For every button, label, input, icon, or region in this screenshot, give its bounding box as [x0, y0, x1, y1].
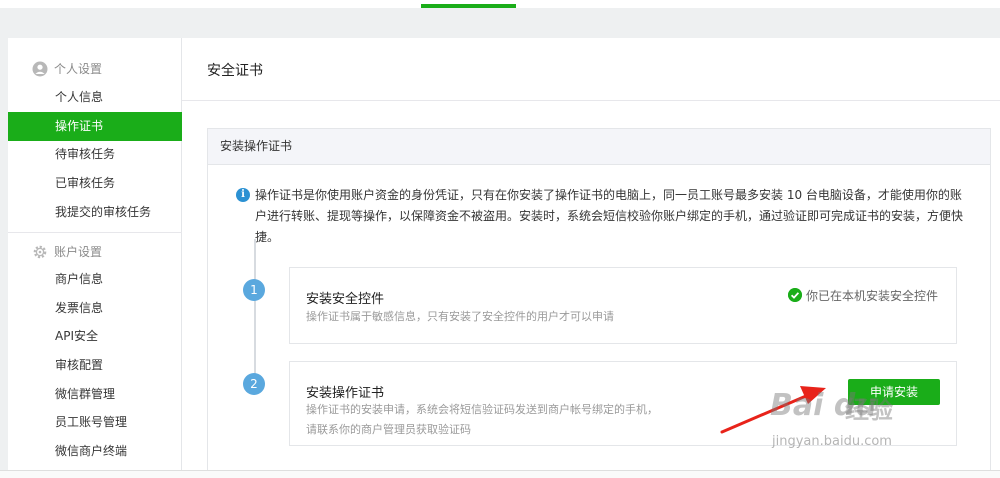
sidebar-item-invoice[interactable]: 发票信息	[8, 294, 182, 323]
step-1-number: 1	[243, 279, 265, 301]
sidebar-divider	[8, 232, 182, 233]
sidebar: 个人设置 个人信息 操作证书 待审核任务 已审核任务 我提交的审核任务 账户设置…	[8, 38, 182, 470]
info-icon: i	[236, 188, 250, 202]
sidebar-item-certificate[interactable]: 操作证书	[8, 112, 182, 141]
page-title: 安全证书	[207, 63, 263, 79]
step-2-title: 安装操作证书	[306, 386, 385, 401]
sidebar-item-my-submitted[interactable]: 我提交的审核任务	[8, 198, 182, 227]
check-icon	[787, 288, 802, 302]
step-connector-line	[254, 239, 256, 385]
sidebar-group-label: 账户设置	[54, 245, 103, 259]
step-1-title: 安装安全控件	[306, 292, 385, 307]
sidebar-item-personal-info[interactable]: 个人信息	[8, 83, 182, 112]
panel-title: 安装操作证书	[208, 129, 990, 165]
status-text: 你已在本机安装安全控件	[805, 289, 938, 303]
step-2-number: 2	[243, 373, 265, 395]
bottom-toolbar	[0, 470, 1000, 478]
sidebar-item-wechat-group[interactable]: 微信群管理	[8, 380, 182, 409]
gear-icon	[33, 245, 47, 259]
sidebar-group-account: 账户设置	[8, 241, 182, 263]
sidebar-item-review-config[interactable]: 审核配置	[8, 351, 182, 380]
step-1-card: 安装安全控件 操作证书属于敏感信息，只有安装了安全控件的用户才可以申请 你已在本…	[289, 267, 957, 344]
control-installed-status: 你已在本机安装安全控件	[787, 287, 938, 304]
step-2-desc-line1: 操作证书的安装申请，系统会将短信验证码发送到商户帐号绑定的手机，	[306, 403, 658, 416]
certificate-panel: 安装操作证书 i 操作证书是你使用账户资金的身份凭证，只有在你安装了操作证书的电…	[207, 128, 991, 478]
sidebar-group-personal: 个人设置	[8, 58, 182, 80]
main-content: 安全证书 安装操作证书 i 操作证书是你使用账户资金的身份凭证，只有在你安装了操…	[182, 38, 1000, 478]
info-message: i 操作证书是你使用账户资金的身份凭证，只有在你安装了操作证书的电脑上，同一员工…	[236, 185, 966, 248]
sidebar-item-merchant-terminal[interactable]: 微信商户终端	[8, 437, 182, 466]
sidebar-item-api-security[interactable]: API安全	[8, 322, 182, 351]
apply-install-button[interactable]: 申请安装	[848, 379, 940, 405]
sidebar-item-merchant-info[interactable]: 商户信息	[8, 265, 182, 294]
sidebar-group-label: 个人设置	[54, 62, 103, 76]
step-2-desc-line2: 请联系你的商户管理员获取验证码	[306, 423, 471, 436]
sidebar-item-reviewed[interactable]: 已审核任务	[8, 169, 182, 198]
step-1-desc: 操作证书属于敏感信息，只有安装了安全控件的用户才可以申请	[306, 310, 614, 323]
sidebar-item-pending-review[interactable]: 待审核任务	[8, 140, 182, 169]
info-text: 操作证书是你使用账户资金的身份凭证，只有在你安装了操作证书的电脑上，同一员工账号…	[255, 188, 964, 244]
sidebar-item-staff-accounts[interactable]: 员工账号管理	[8, 408, 182, 437]
step-2-card: 安装操作证书 操作证书的安装申请，系统会将短信验证码发送到商户帐号绑定的手机， …	[289, 361, 957, 446]
title-divider	[182, 100, 1000, 101]
user-icon	[32, 61, 48, 77]
active-nav-indicator	[421, 4, 516, 8]
